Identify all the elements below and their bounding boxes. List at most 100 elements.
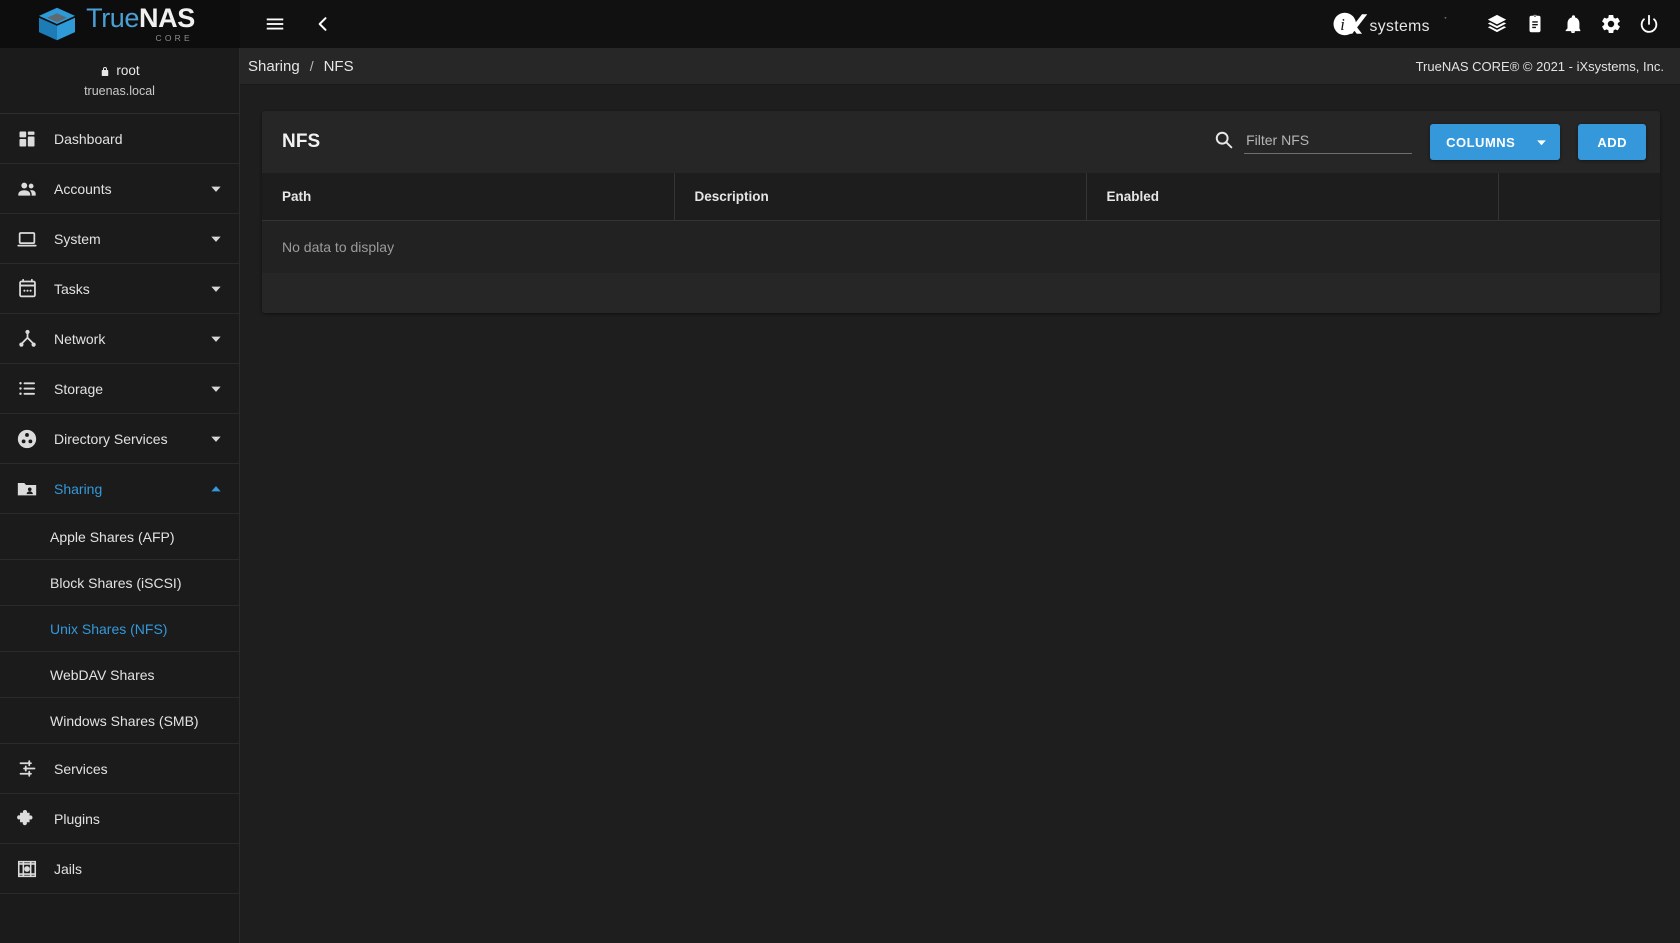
sidebar-subitem-apple-shares[interactable]: Apple Shares (AFP)	[0, 514, 239, 560]
empty-state-message: No data to display	[262, 220, 1660, 273]
hamburger-menu-icon[interactable]	[258, 7, 292, 41]
table-header-row: Path Description Enabled	[262, 173, 1660, 221]
gear-icon[interactable]	[1594, 7, 1628, 41]
brand-name-nas: NAS	[139, 3, 195, 34]
power-icon[interactable]	[1632, 7, 1666, 41]
chevron-left-icon[interactable]	[306, 7, 340, 41]
directory-services-icon	[14, 426, 40, 452]
breadcrumb: Sharing / NFS	[248, 58, 354, 75]
sidebar-item-label: Plugins	[54, 810, 100, 827]
sidebar-subitem-unix-shares[interactable]: Unix Shares (NFS)	[0, 606, 239, 652]
clipboard-icon[interactable]	[1518, 7, 1552, 41]
sidebar-item-label: Accounts	[54, 180, 112, 197]
sidebar-item-tasks[interactable]: Tasks	[0, 264, 239, 314]
chevron-up-icon[interactable]	[209, 482, 223, 496]
laptop-icon	[14, 226, 40, 252]
sidebar-item-label: System	[54, 230, 101, 247]
sidebar-item-label: Network	[54, 330, 106, 347]
columns-button[interactable]: COLUMNS	[1430, 124, 1561, 160]
layers-icon[interactable]	[1480, 7, 1514, 41]
copyright-text: TrueNAS CORE® © 2021 - iXsystems, Inc.	[1415, 58, 1664, 74]
add-button-label: ADD	[1597, 134, 1627, 150]
chevron-down-icon[interactable]	[209, 332, 223, 346]
sidebar-subitem-windows-shares[interactable]: Windows Shares (SMB)	[0, 698, 239, 744]
sidebar-item-directory-services[interactable]: Directory Services	[0, 414, 239, 464]
sidebar-username: root	[116, 63, 140, 78]
chevron-down-icon[interactable]	[209, 382, 223, 396]
filter-control	[1213, 129, 1413, 156]
people-icon	[14, 176, 40, 202]
column-header-description[interactable]: Description	[674, 173, 1087, 221]
sidebar-item-network[interactable]: Network	[0, 314, 239, 364]
breadcrumb-bar: Sharing / NFS TrueNAS CORE® © 2021 - iXs…	[240, 48, 1680, 85]
lock-icon	[102, 66, 109, 76]
sidebar-subitem-webdav-shares[interactable]: WebDAV Shares	[0, 652, 239, 698]
sidebar-item-plugins[interactable]: Plugins	[0, 794, 239, 844]
chevron-down-icon[interactable]	[209, 182, 223, 196]
truenas-cube-icon	[39, 7, 76, 41]
calendar-icon	[14, 276, 40, 302]
sidebar-item-accounts[interactable]: Accounts	[0, 164, 239, 214]
breadcrumb-separator: /	[309, 58, 314, 74]
puzzle-piece-icon	[14, 806, 40, 832]
topbar-left-controls	[240, 7, 340, 41]
ixsystems-logo[interactable]: i systems ˚	[1332, 11, 1452, 37]
table-body: No data to display	[262, 220, 1660, 313]
search-input[interactable]	[1244, 131, 1413, 154]
table-header: Path Description Enabled	[262, 173, 1660, 221]
sharing-folder-icon	[14, 476, 40, 502]
network-hierarchy-icon	[14, 326, 40, 352]
breadcrumb-current: NFS	[323, 57, 354, 75]
svg-text:systems: systems	[1370, 18, 1430, 35]
column-header-enabled[interactable]: Enabled	[1086, 173, 1499, 221]
sidebar-item-storage[interactable]: Storage	[0, 364, 239, 414]
sidebar-item-system[interactable]: System	[0, 214, 239, 264]
topbar-right-controls: i systems ˚	[1332, 7, 1680, 41]
chevron-down-icon[interactable]	[209, 282, 223, 296]
add-button[interactable]: ADD	[1578, 124, 1646, 160]
sidebar-subitem-label: Apple Shares (AFP)	[50, 528, 175, 545]
breadcrumb-parent[interactable]: Sharing	[248, 58, 300, 75]
sidebar-subitem-label: Windows Shares (SMB)	[50, 712, 199, 729]
sidebar-item-dashboard[interactable]: Dashboard	[0, 114, 239, 164]
ixsystems-logo-icon: i systems ˚	[1333, 12, 1447, 36]
sidebar-item-label: Sharing	[54, 480, 103, 497]
nfs-shares-card: NFS COLUMNS	[262, 111, 1660, 313]
sidebar-subitem-block-shares[interactable]: Block Shares (iSCSI)	[0, 560, 239, 606]
chevron-down-icon[interactable]	[209, 432, 223, 446]
sidebar-item-sharing[interactable]: Sharing	[0, 464, 239, 514]
column-header-path[interactable]: Path	[262, 173, 675, 221]
sliders-icon	[14, 756, 40, 782]
brand-wordmark: TrueNAS	[86, 5, 195, 32]
sidebar-item-services[interactable]: Services	[0, 744, 239, 794]
chevron-down-icon[interactable]	[209, 232, 223, 246]
sidebar-item-label: Services	[54, 760, 108, 777]
jails-icon	[14, 856, 40, 882]
sidebar-item-label: Storage	[54, 380, 104, 397]
brand-edition: CORE	[155, 33, 193, 44]
columns-button-label: COLUMNS	[1446, 134, 1516, 150]
svg-text:i: i	[1340, 15, 1345, 34]
table-footer-spacer	[262, 272, 1660, 313]
sidebar-item-label: Directory Services	[54, 430, 168, 447]
sidebar-item-jails[interactable]: Jails	[0, 844, 239, 894]
nfs-shares-table: Path Description Enabled No data to disp…	[262, 173, 1660, 313]
sidebar-user-block: root truenas.local	[0, 48, 239, 114]
storage-list-icon	[14, 376, 40, 402]
bell-icon[interactable]	[1556, 7, 1590, 41]
sidebar-subitem-label: WebDAV Shares	[50, 666, 155, 683]
sidebar-subitem-label: Block Shares (iSCSI)	[50, 574, 182, 591]
dashboard-grid-icon	[14, 126, 40, 152]
sidebar-subitem-label: Unix Shares (NFS)	[50, 620, 168, 637]
search-icon	[1213, 129, 1234, 154]
brand-logo[interactable]: TrueNAS CORE	[0, 0, 240, 48]
page-title: NFS	[282, 131, 321, 152]
card-header-actions: COLUMNS ADD	[1213, 124, 1646, 160]
svg-text:˚: ˚	[1445, 16, 1447, 24]
column-header-actions	[1498, 173, 1660, 221]
content-area: NFS COLUMNS	[240, 85, 1680, 943]
sidebar-hostname: truenas.local	[84, 84, 155, 98]
sidebar-item-label: Jails	[54, 860, 83, 877]
sidebar-navigation: root truenas.local Dashboard Accounts Sy…	[0, 48, 240, 943]
table-empty-row: No data to display	[262, 220, 1660, 273]
